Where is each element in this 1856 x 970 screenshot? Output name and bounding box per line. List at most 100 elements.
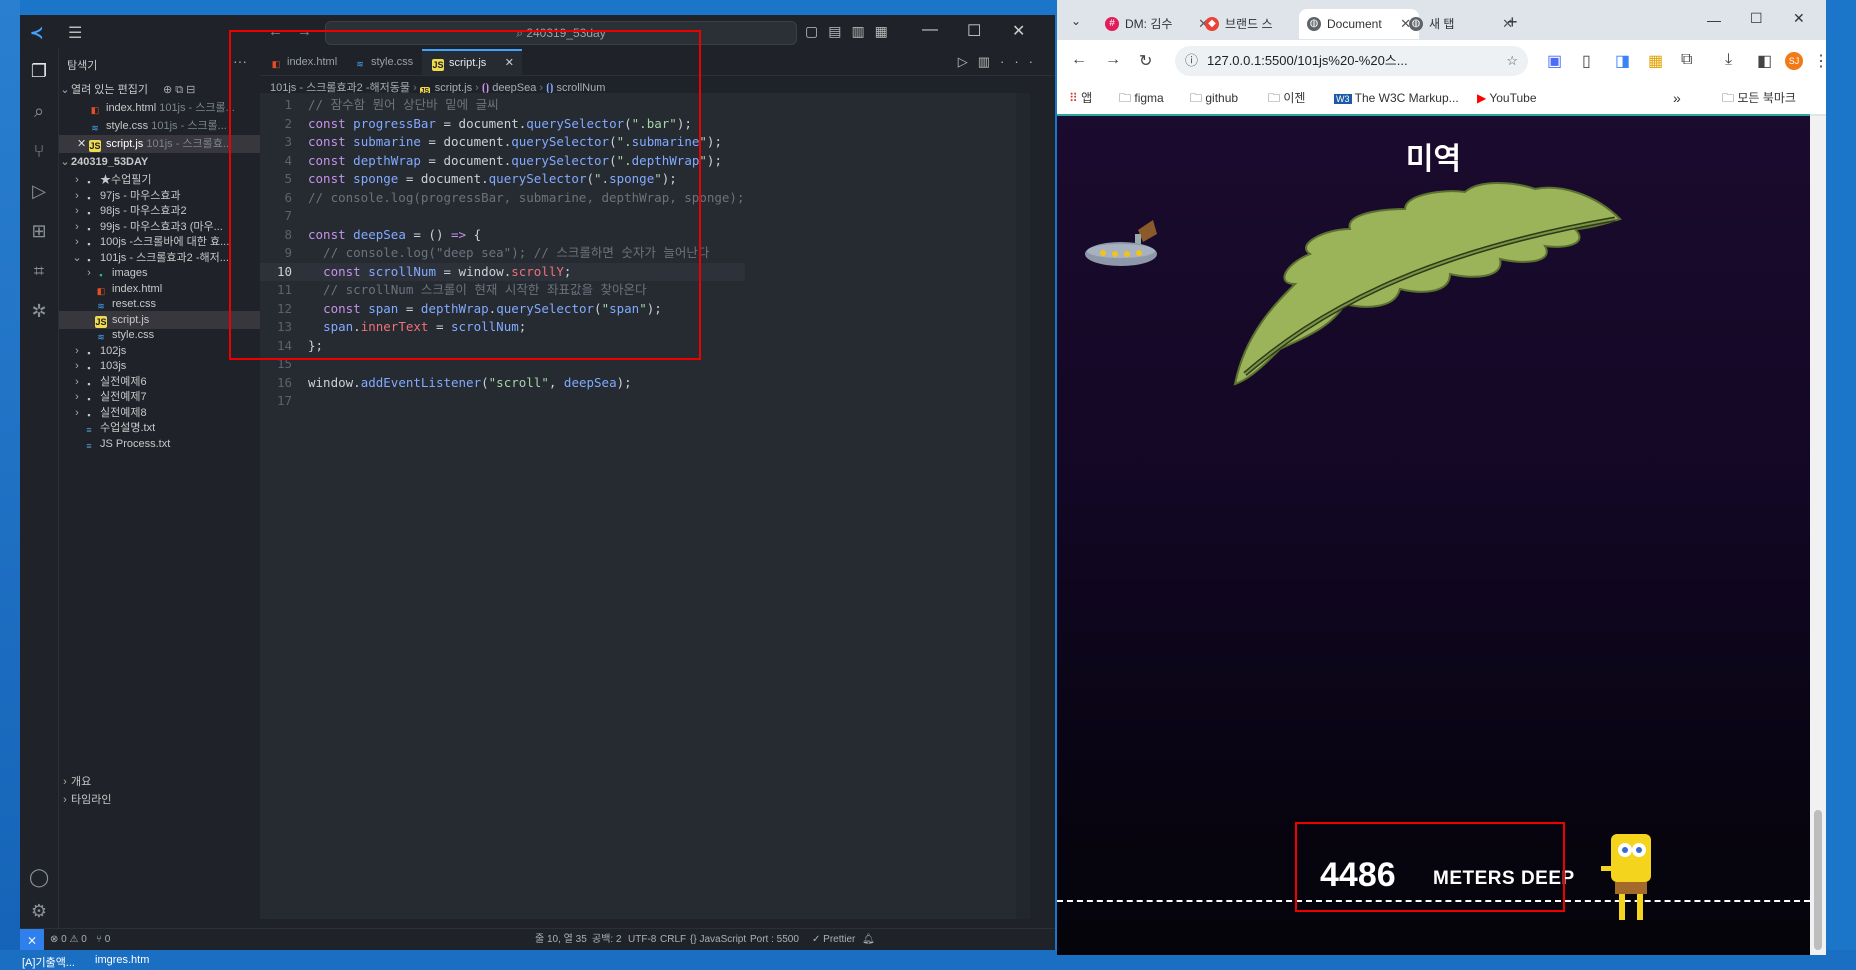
activity-bar: ❐ ⌕ ⑂ ▷ ⊞ ⌗ ✲ ◯ ⚙ [20,49,59,935]
run-icon[interactable]: ▷ [958,54,978,69]
back-arrow-icon[interactable]: ← [1071,51,1087,69]
sponge-character-image [1601,834,1651,920]
minimize-icon[interactable]: — [1707,12,1721,28]
indentation[interactable]: 공백: 2 [592,929,622,950]
page-caption: 미역 [1405,143,1462,176]
explorer-title: 탐색기 [67,60,98,72]
kebab-menu-icon[interactable]: ⋮ [1813,51,1826,71]
highlight-box-depth [1295,822,1565,912]
hamburger-menu-icon[interactable]: ☰ [68,23,82,43]
explorer-item-label: images [112,267,148,279]
run-debug-icon[interactable]: ▷ [29,181,49,201]
code-line[interactable]: 17 [260,392,745,411]
source-control-icon[interactable]: ⑂ [29,141,49,161]
timeline-label: 타임라인 [71,794,112,806]
page-scrollbar-thumb[interactable] [1814,810,1822,950]
problems-indicator[interactable]: ⊗ 0 ⚠ 0 [50,929,87,950]
chevron-right-icon: › [63,776,67,788]
site-info-icon[interactable]: ⓘ [1185,46,1198,76]
line-number: 16 [276,374,292,390]
prettier-status[interactable]: ✓ Prettier [812,929,855,950]
browser-tab-title: 브랜드 스 [1225,17,1273,31]
extension-icon[interactable]: ▯ [1582,51,1591,71]
extensions-puzzle-icon[interactable]: ⧉ [1681,51,1692,69]
split-editor-icon[interactable]: ▥ [978,54,1000,69]
bookmark-label: 앱 [1081,91,1093,105]
profile-avatar[interactable]: SJ [1785,52,1803,70]
bookmark-youtube[interactable]: ▶ YouTube [1477,82,1537,114]
desktop-file-1[interactable]: [A]기출액... [22,954,75,970]
editor-scrollbar[interactable] [1016,93,1030,919]
notifications-bell-icon[interactable]: 🔔︎ [862,929,875,950]
extension-icon[interactable]: ▦ [1648,51,1663,71]
minimize-icon[interactable]: — [922,21,938,39]
maximize-icon[interactable]: ☐ [967,21,981,41]
remote-explorer-icon[interactable]: ⌗ [29,261,49,281]
bookmark-ijen[interactable]: 🗀︎ 이젠 [1268,82,1305,114]
extensions-icon[interactable]: ⊞ [29,221,49,241]
ports-indicator[interactable]: ⑂ 0 [96,929,110,950]
extension-icon[interactable]: ▣ [1547,51,1562,71]
explorer-item-label: 98js - 마우스효과2 [100,205,187,217]
reload-icon[interactable]: ↻ [1139,51,1152,71]
open-editors-actions-icons[interactable]: ⊕ ⧉ ⊟ [163,81,195,99]
cursor-position[interactable]: 줄 10, 열 35 [535,929,587,950]
open-editor-desc: 101js - 스크롤효... [146,138,233,150]
extension-icon[interactable]: ◨ [1615,51,1630,71]
close-icon[interactable]: ✕ [1793,10,1805,27]
remote-indicator-icon[interactable]: ⨯ [20,929,44,950]
bookmark-github[interactable]: 🗀︎ github [1190,82,1238,114]
more-icon[interactable]: ··· [1000,54,1043,69]
desktop-file-2[interactable]: imgres.htm [95,954,149,966]
address-bar[interactable]: ⓘ 127.0.0.1:5500/101js%20-%20스... ☆ [1175,46,1528,76]
layout-toggle-icons[interactable]: ▢▤▥▦ [805,23,898,40]
bookmark-label: figma [1134,91,1164,105]
tab-search-icon[interactable]: ⌄ [1071,14,1081,28]
explorer-icon[interactable]: ❐ [29,61,49,81]
bookmark-figma[interactable]: 🗀︎ figma [1119,82,1164,114]
browser-tab-title: DM: 김수 [1125,17,1173,31]
explorer-item-label: 102js [100,344,127,357]
bookmark-label: 이젠 [1283,91,1306,105]
download-icon[interactable]: ⤓ [1725,51,1732,69]
forward-arrow-icon[interactable]: → [1105,51,1121,69]
timeline-section[interactable]: › 타임라인 [59,791,259,809]
more-bookmarks-chevron-icon[interactable]: » [1673,82,1681,114]
account-icon[interactable]: ◯ [29,867,49,887]
browser-tab[interactable]: ◍ 새 탭 ✕ [1401,9,1521,39]
outline-label: 개요 [71,776,92,788]
side-panel-icon[interactable]: ◧ [1757,51,1772,71]
chevron-right-icon: › [63,794,67,806]
close-editor-icon[interactable]: ✕ [77,135,89,153]
url-text[interactable]: 127.0.0.1:5500/101js%20-%20스... [1207,46,1408,76]
highlight-box-code [229,30,701,360]
language-mode[interactable]: {} JavaScript [690,929,746,950]
bookmark-w3c[interactable]: W3 The W3C Markup... [1334,82,1459,115]
line-ending[interactable]: CRLF [660,929,686,950]
all-bookmarks-label: 모든 북마크 [1737,91,1796,105]
maximize-icon[interactable]: ☐ [1750,10,1763,27]
new-tab-plus-icon[interactable]: + [1507,12,1518,33]
bookmark-star-icon[interactable]: ☆ [1506,46,1518,76]
live-server-port[interactable]: Port : 5500 [750,929,799,950]
search-icon[interactable]: ⌕ [29,101,49,121]
folder-icon: 🗀︎ [1190,91,1203,105]
explorer-item-label: 101js - 스크롤효과2 -해저... [100,251,229,264]
testing-icon[interactable]: ✲ [29,301,49,321]
close-icon[interactable]: ✕ [1012,21,1025,41]
settings-gear-icon[interactable]: ⚙ [29,901,49,921]
code-line[interactable]: 16 window.addEventListener("scroll", deep… [260,374,745,393]
open-editors-label: 열려 있는 편집기 [71,84,148,96]
code-text: window.addEventListener("scroll", deepSe… [308,374,632,390]
line-number: 17 [276,393,292,408]
outline-section[interactable]: › 개요 [59,773,259,791]
folder-icon: 🗀︎ [1119,91,1132,105]
open-editor-name: style.css [106,120,149,132]
explorer-tree-item[interactable]: ≡ JS Process.txt [59,435,271,453]
browser-tab-title: Document [1327,17,1382,31]
encoding[interactable]: UTF-8 [628,929,656,950]
editor-actions[interactable]: ▷▥··· [958,54,1043,70]
bookmark-apps[interactable]: ⠿ 앱 [1069,82,1092,114]
vscode-logo-icon: ≺ [30,25,44,42]
all-bookmarks[interactable]: 🗀︎ 모든 북마크 [1722,82,1796,114]
